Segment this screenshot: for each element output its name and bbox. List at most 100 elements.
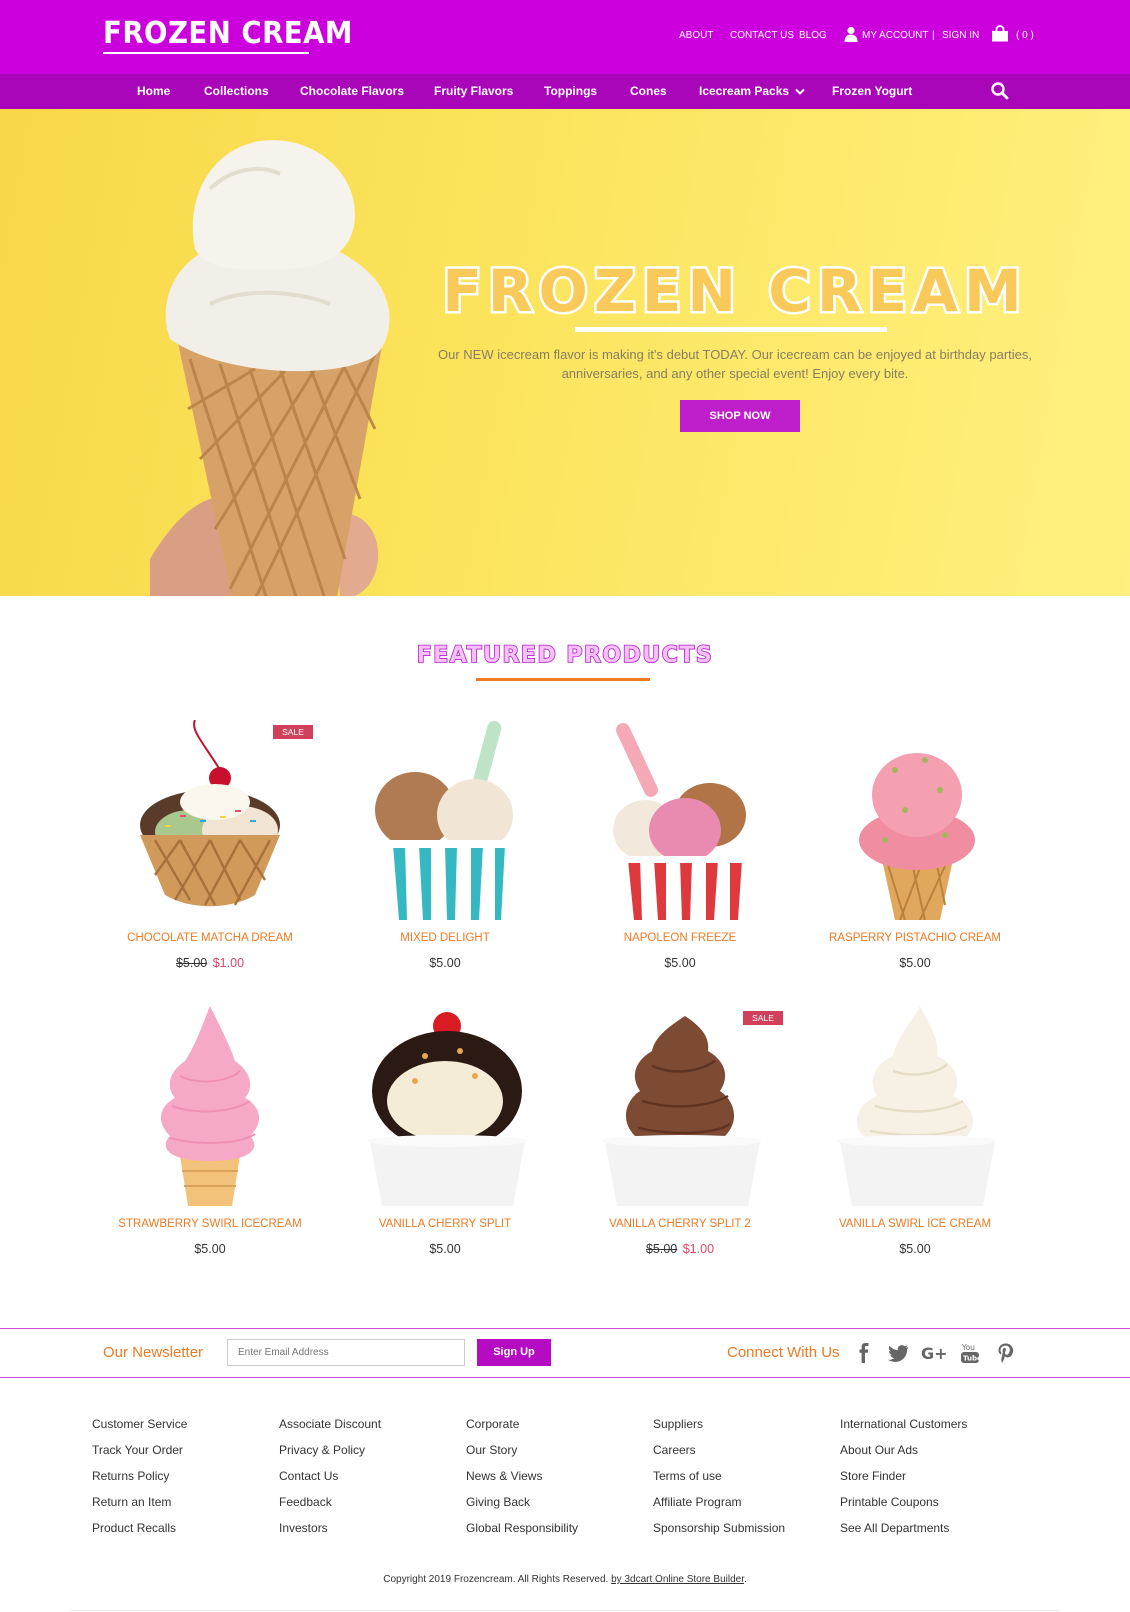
footer-link[interactable]: Terms of use bbox=[653, 1468, 833, 1494]
connect-label: Connect With Us bbox=[727, 1344, 840, 1361]
product-price: $5.00 bbox=[899, 1242, 931, 1256]
product-image[interactable] bbox=[825, 1006, 1005, 1206]
footer-link[interactable]: Giving Back bbox=[466, 1494, 646, 1520]
nav-icecream-packs-label: Icecream Packs bbox=[699, 84, 790, 98]
product-name[interactable]: RASPERRY PISTACHIO CREAM bbox=[795, 932, 1035, 944]
product-image[interactable] bbox=[355, 720, 535, 920]
product-sale-price: $1.00 bbox=[212, 956, 245, 970]
footer-link[interactable]: Feedback bbox=[279, 1494, 459, 1520]
bottom-divider bbox=[70, 1610, 1060, 1611]
shop-now-button[interactable]: SHOP NOW bbox=[680, 400, 800, 432]
blog-link[interactable]: BLOG bbox=[799, 30, 827, 41]
nav-fruity-flavors[interactable]: Fruity Flavors bbox=[434, 84, 513, 98]
footer-link[interactable]: About Our Ads bbox=[840, 1442, 1020, 1468]
footer-link[interactable]: Contact Us bbox=[279, 1468, 459, 1494]
footer-link[interactable]: Sponsorship Submission bbox=[653, 1520, 833, 1546]
user-icon[interactable] bbox=[844, 26, 858, 42]
sign-up-button[interactable]: Sign Up bbox=[477, 1339, 551, 1366]
footer-column: Customer Service Track Your Order Return… bbox=[92, 1416, 272, 1546]
product-card[interactable]: RASPERRY PISTACHIO CREAM $5.00 bbox=[815, 720, 1015, 990]
cart-count[interactable]: ( 0 ) bbox=[1016, 30, 1034, 41]
footer-link[interactable]: Careers bbox=[653, 1442, 833, 1468]
product-image[interactable] bbox=[590, 1006, 770, 1206]
footer-link[interactable]: Privacy & Policy bbox=[279, 1442, 459, 1468]
facebook-icon[interactable] bbox=[853, 1342, 875, 1364]
footer-link[interactable]: Customer Service bbox=[92, 1416, 272, 1442]
footer-link[interactable]: Product Recalls bbox=[92, 1520, 272, 1546]
product-card[interactable]: NAPOLEON FREEZE $5.00 bbox=[580, 720, 780, 990]
product-image[interactable] bbox=[825, 720, 1005, 920]
product-name[interactable]: VANILLA CHERRY SPLIT bbox=[325, 1218, 565, 1230]
product-name[interactable]: MIXED DELIGHT bbox=[325, 932, 565, 944]
product-image[interactable] bbox=[355, 1006, 535, 1206]
footer-link[interactable]: News & Views bbox=[466, 1468, 646, 1494]
product-price: $5.00 $1.00 bbox=[580, 1242, 780, 1256]
nav-collections[interactable]: Collections bbox=[204, 84, 269, 98]
product-name[interactable]: VANILLA SWIRL ICE CREAM bbox=[795, 1218, 1035, 1230]
product-price: $5.00 bbox=[664, 956, 696, 970]
newsletter-label: Our Newsletter bbox=[103, 1344, 204, 1361]
footer-link[interactable]: Associate Discount bbox=[279, 1416, 459, 1442]
sign-in-link[interactable]: SIGN IN bbox=[942, 30, 979, 41]
nav-chocolate-flavors[interactable]: Chocolate Flavors bbox=[300, 84, 404, 98]
footer-link[interactable]: Return an Item bbox=[92, 1494, 272, 1520]
twitter-icon[interactable] bbox=[887, 1342, 909, 1364]
sale-badge: SALE bbox=[273, 725, 313, 739]
product-name[interactable]: STRAWBERRY SWIRL ICECREAM bbox=[90, 1218, 330, 1230]
shopping-bag-icon[interactable] bbox=[991, 25, 1009, 42]
footer-link[interactable]: Suppliers bbox=[653, 1416, 833, 1442]
google-plus-icon[interactable]: G+ bbox=[921, 1342, 947, 1364]
product-card[interactable]: VANILLA CHERRY SPLIT $5.00 bbox=[345, 1006, 545, 1276]
nav-frozen-yogurt[interactable]: Frozen Yogurt bbox=[832, 84, 912, 98]
search-icon[interactable] bbox=[990, 81, 1010, 101]
product-card[interactable]: SALE CHOCOLATE MATCHA DREAM $5.00 $1.00 bbox=[110, 720, 313, 990]
product-card[interactable]: SALE VANILLA CHERRY SPLIT 2 $5.00 $1.00 bbox=[580, 1006, 783, 1276]
contact-link[interactable]: CONTACT US bbox=[730, 30, 794, 41]
copyright-period: . bbox=[743, 1574, 747, 1585]
pinterest-icon[interactable] bbox=[995, 1342, 1017, 1364]
nav-cones[interactable]: Cones bbox=[630, 84, 667, 98]
youtube-icon[interactable]: You Tube bbox=[959, 1342, 981, 1364]
product-price: $5.00 bbox=[194, 1242, 226, 1256]
product-name[interactable]: NAPOLEON FREEZE bbox=[560, 932, 800, 944]
product-image[interactable] bbox=[590, 720, 770, 920]
product-card[interactable]: VANILLA SWIRL ICE CREAM $5.00 bbox=[815, 1006, 1015, 1276]
sale-badge: SALE bbox=[743, 1011, 783, 1025]
builder-link[interactable]: by 3dcart Online Store Builder bbox=[611, 1574, 744, 1585]
svg-text:You: You bbox=[961, 1343, 975, 1352]
product-image[interactable] bbox=[120, 1006, 300, 1206]
product-card[interactable]: STRAWBERRY SWIRL ICECREAM $5.00 bbox=[110, 1006, 310, 1276]
footer-link[interactable]: Corporate bbox=[466, 1416, 646, 1442]
footer-link[interactable]: Our Story bbox=[466, 1442, 646, 1468]
footer-link[interactable]: Printable Coupons bbox=[840, 1494, 1020, 1520]
product-price: $5.00 bbox=[899, 956, 931, 970]
main-nav: Home Collections Chocolate Flavors Fruit… bbox=[0, 74, 1130, 109]
about-link[interactable]: ABOUT bbox=[679, 30, 713, 41]
nav-icecream-packs[interactable]: Icecream Packs bbox=[699, 84, 806, 98]
featured-divider bbox=[476, 678, 650, 681]
product-price: $5.00 bbox=[429, 1242, 461, 1256]
svg-text:Tube: Tube bbox=[963, 1355, 981, 1363]
nav-home[interactable]: Home bbox=[137, 84, 170, 98]
footer-link[interactable]: International Customers bbox=[840, 1416, 1020, 1442]
featured-products-heading: FEATURED PRODUCTS bbox=[416, 642, 713, 669]
footer-link[interactable]: Global Responsibility bbox=[466, 1520, 646, 1546]
footer-link[interactable]: Investors bbox=[279, 1520, 459, 1546]
footer-link[interactable]: See All Departments bbox=[840, 1520, 1020, 1546]
newsletter-email-input[interactable] bbox=[227, 1339, 465, 1366]
footer-link[interactable]: Track Your Order bbox=[92, 1442, 272, 1468]
product-name[interactable]: VANILLA CHERRY SPLIT 2 bbox=[560, 1218, 800, 1230]
svg-text:G+: G+ bbox=[921, 1344, 947, 1363]
footer-link[interactable]: Affiliate Program bbox=[653, 1494, 833, 1520]
product-name[interactable]: CHOCOLATE MATCHA DREAM bbox=[90, 932, 330, 944]
product-image[interactable] bbox=[120, 720, 300, 920]
hero-divider bbox=[575, 327, 887, 332]
nav-toppings[interactable]: Toppings bbox=[544, 84, 597, 98]
my-account-link[interactable]: MY ACCOUNT bbox=[862, 30, 929, 41]
hero-banner: FROZEN CREAM Our NEW icecream flavor is … bbox=[0, 109, 1130, 596]
footer-link[interactable]: Returns Policy bbox=[92, 1468, 272, 1494]
product-card[interactable]: MIXED DELIGHT $5.00 bbox=[345, 720, 545, 990]
site-logo[interactable]: FROZEN CREAM bbox=[103, 16, 353, 51]
chevron-down-icon bbox=[795, 88, 806, 95]
footer-link[interactable]: Store Finder bbox=[840, 1468, 1020, 1494]
